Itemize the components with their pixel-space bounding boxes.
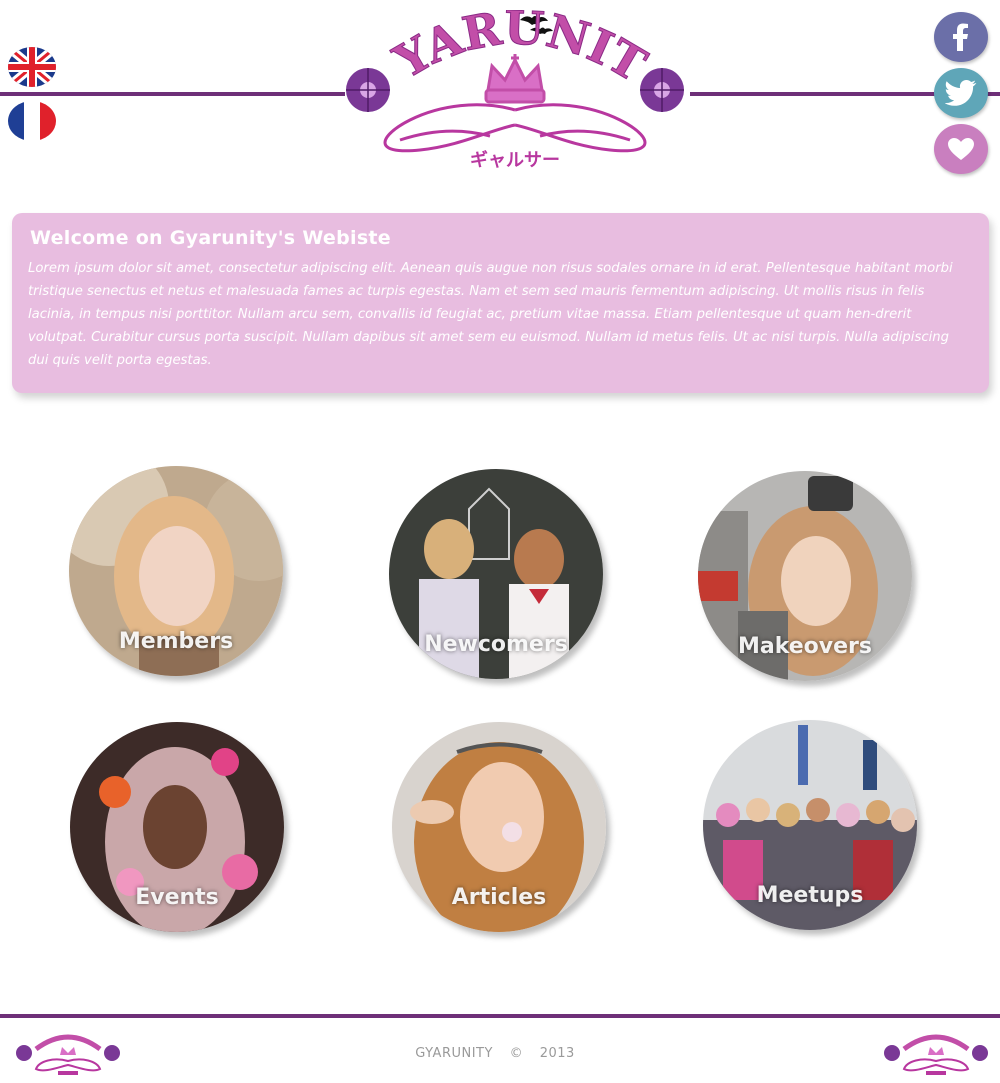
tile-label-meetups: Meetups: [756, 883, 864, 908]
twitter-icon: [945, 80, 977, 106]
footer-year: 2013: [539, 1046, 575, 1061]
france-flag-icon[interactable]: [8, 101, 56, 141]
favorite-button[interactable]: [934, 124, 988, 174]
tile-makeovers[interactable]: Makeovers: [698, 471, 912, 681]
tile-label-articles: Articles: [451, 885, 547, 910]
welcome-body: Lorem ipsum dolor sit amet, consectetur …: [28, 261, 953, 368]
tile-label-events: Events: [135, 885, 219, 910]
twitter-button[interactable]: [934, 68, 988, 118]
tile-members[interactable]: Members: [69, 466, 283, 676]
uk-flag-icon[interactable]: [8, 47, 56, 87]
header-divider-left: [0, 92, 345, 96]
tile-label-makeovers: Makeovers: [737, 634, 873, 659]
tile-articles[interactable]: Articles: [392, 722, 606, 932]
tile-label-members: Members: [118, 629, 234, 654]
welcome-title: Welcome on Gyarunity's Webiste: [30, 227, 391, 249]
heart-icon: [948, 138, 974, 160]
facebook-button[interactable]: [934, 12, 988, 62]
tile-meetups[interactable]: Meetups: [703, 720, 917, 930]
welcome-panel: Welcome on Gyarunity's Webiste Lorem ips…: [12, 213, 989, 393]
logo-subtitle: ギャルサー: [470, 150, 560, 171]
gyarunity-logo[interactable]: GYARUNITY ギャルサー: [340, 10, 690, 180]
tile-label-newcomers: Newcomers: [424, 632, 568, 657]
footer-copyright: GYARUNITY © 2013: [0, 1046, 990, 1061]
footer-logo-right[interactable]: [882, 1027, 990, 1079]
footer-divider: [0, 1014, 1000, 1018]
crown-icon: [484, 54, 546, 104]
hibiscus-icon-left: [346, 68, 390, 112]
tile-events[interactable]: Events: [70, 722, 284, 932]
footer-brand: GYARUNITY: [415, 1046, 493, 1061]
hibiscus-icon-right: [640, 68, 684, 112]
facebook-icon: [953, 23, 968, 51]
copyright-icon: ©: [509, 1046, 524, 1061]
tile-newcomers[interactable]: Newcomers: [389, 469, 603, 679]
